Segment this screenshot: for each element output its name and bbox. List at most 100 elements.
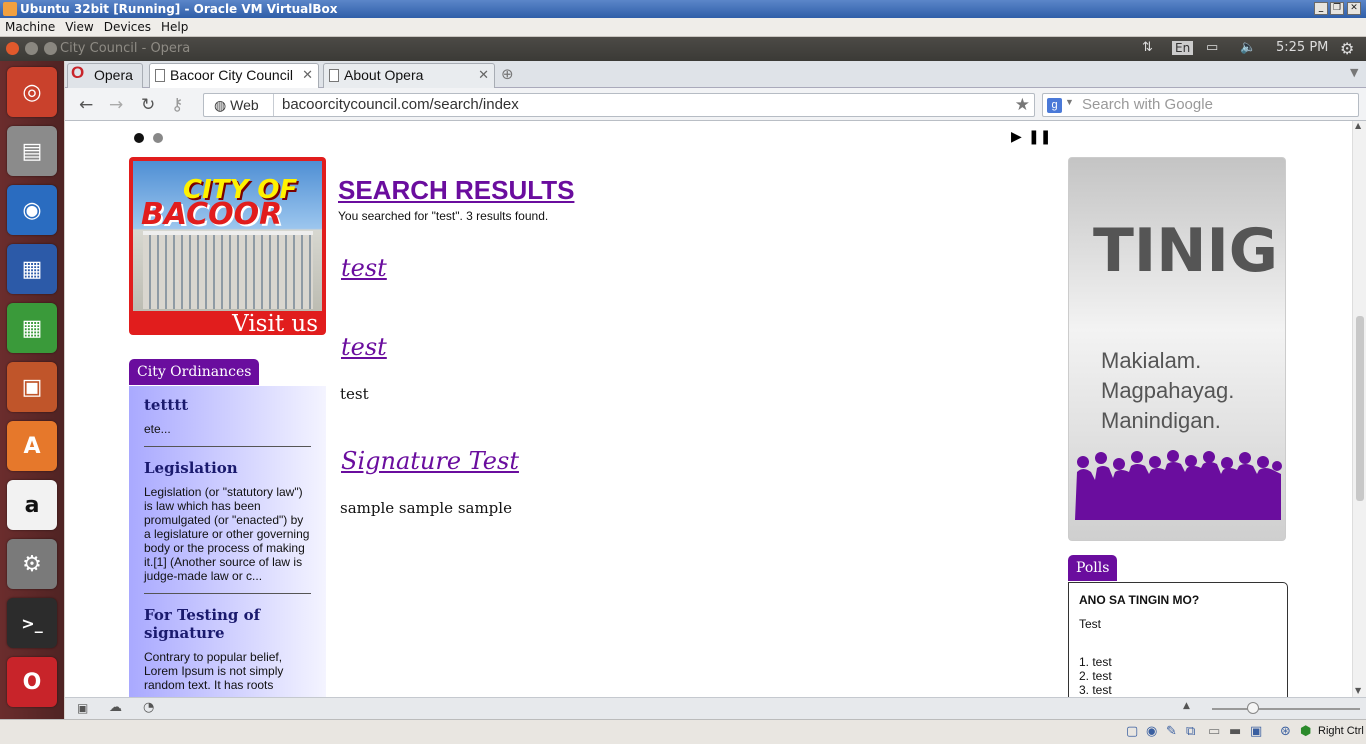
- google-icon[interactable]: g: [1047, 98, 1062, 113]
- amazon-icon[interactable]: a: [7, 480, 57, 530]
- result-link[interactable]: test: [341, 254, 387, 282]
- poll-option[interactable]: 3. test: [1079, 683, 1277, 697]
- unite-cloud-icon[interactable]: ☁: [109, 700, 122, 715]
- poll-question: ANO SA TINGIN MO?: [1079, 593, 1200, 607]
- scroll-up-icon[interactable]: ▲: [1355, 121, 1361, 130]
- address-bar[interactable]: ◍ Web bacoorcitycouncil.com/search/index…: [203, 93, 1035, 117]
- new-tab-icon[interactable]: ⊕: [501, 65, 514, 83]
- terminal-icon[interactable]: >_: [7, 598, 57, 648]
- virtualbox-titlebar: Ubuntu 32bit [Running] - Oracle VM Virtu…: [0, 0, 1366, 18]
- host-key-label: Right Ctrl: [1318, 725, 1364, 737]
- optical-drive-icon[interactable]: ◉: [1146, 724, 1157, 739]
- poll-option[interactable]: 1. test: [1079, 655, 1277, 669]
- usb-icon[interactable]: ✎: [1166, 724, 1177, 739]
- video-capture-icon[interactable]: ▣: [1250, 724, 1262, 739]
- poll-subtitle: Test: [1079, 617, 1102, 631]
- restore-button[interactable]: ❐: [1330, 2, 1344, 15]
- scroll-down-icon[interactable]: ▼: [1355, 686, 1361, 695]
- hdd-icon[interactable]: ▢: [1126, 724, 1138, 739]
- reload-icon[interactable]: ↻: [141, 95, 155, 115]
- settings-gear-icon[interactable]: ⚙: [1340, 39, 1354, 58]
- system-settings-icon[interactable]: ⚙: [7, 539, 57, 589]
- software-center-icon[interactable]: A: [7, 421, 57, 471]
- battery-icon[interactable]: ▭: [1206, 40, 1218, 55]
- calc-icon[interactable]: ▦: [7, 303, 57, 353]
- keyboard-layout[interactable]: En: [1172, 41, 1194, 55]
- tab-menu-chevron-icon[interactable]: ▼: [1350, 66, 1358, 79]
- banner-image: CITY OF BACOOR: [133, 161, 322, 311]
- search-results-header: SEARCH RESULTS You searched for "test". …: [338, 175, 574, 223]
- shared-folders-icon[interactable]: ▭: [1208, 724, 1220, 739]
- result-link[interactable]: Signature Test: [341, 447, 519, 475]
- window-minimize-icon[interactable]: [25, 42, 38, 55]
- play-icon[interactable]: ▶: [1011, 129, 1022, 145]
- firefox-icon[interactable]: ◉: [7, 185, 57, 235]
- zoom-menu-icon[interactable]: ▲: [1183, 701, 1190, 711]
- ordinance-title[interactable]: tetttt: [144, 396, 311, 414]
- zoom-slider-handle[interactable]: [1247, 702, 1259, 714]
- banner-line2: BACOOR: [141, 197, 283, 232]
- clock[interactable]: 5:25 PM: [1276, 40, 1328, 55]
- search-engine-chevron-icon[interactable]: ▼: [1065, 97, 1074, 107]
- forward-icon[interactable]: →: [109, 95, 123, 115]
- crowd-silhouette-image: [1075, 450, 1282, 520]
- tab-label: Bacoor City Council: [170, 67, 293, 83]
- result-link[interactable]: test: [341, 333, 387, 361]
- close-button[interactable]: ✕: [1347, 2, 1361, 15]
- tab-bacoor[interactable]: Bacoor City Council ✕: [149, 63, 319, 88]
- opera-menu-button[interactable]: O Opera: [67, 63, 143, 88]
- display-icon[interactable]: ▬: [1229, 724, 1241, 739]
- slider-dot-active[interactable]: [134, 133, 144, 143]
- panel-toggle-icon[interactable]: ▣: [77, 701, 88, 715]
- network-adapter-icon[interactable]: ⧉: [1186, 724, 1195, 739]
- ubuntu-top-panel: City Council - Opera ⇅ En ▭ 🔈 5:25 PM ⚙: [0, 37, 1366, 61]
- opera-icon[interactable]: O: [7, 657, 57, 707]
- window-close-icon[interactable]: [6, 42, 19, 55]
- pause-icon[interactable]: ❚❚: [1028, 129, 1051, 145]
- page-title[interactable]: SEARCH RESULTS: [338, 175, 574, 206]
- ordinance-title[interactable]: Legislation: [144, 459, 311, 477]
- impress-icon[interactable]: ▣: [7, 362, 57, 412]
- tab-about-opera[interactable]: About Opera ✕: [323, 63, 495, 88]
- back-icon[interactable]: ←: [79, 95, 93, 115]
- slider-dot[interactable]: [153, 133, 163, 143]
- minimize-button[interactable]: _: [1314, 2, 1328, 15]
- poll-option[interactable]: 2. test: [1079, 669, 1277, 683]
- menu-devices[interactable]: Devices: [99, 18, 156, 37]
- volume-icon[interactable]: 🔈: [1240, 40, 1256, 55]
- visit-bacoor-banner[interactable]: CITY OF BACOOR Visit us: [129, 157, 326, 337]
- guest-additions-icon[interactable]: ⬢: [1300, 724, 1311, 739]
- scrollbar-thumb[interactable]: [1356, 316, 1364, 501]
- ordinance-excerpt: Contrary to popular belief, Lorem Ipsum …: [144, 650, 284, 692]
- city-hall-image: [143, 231, 313, 309]
- ordinance-title[interactable]: For Testing of signature: [144, 606, 311, 642]
- visit-us-label: Visit us: [232, 311, 318, 337]
- ubuntu-dash-icon[interactable]: ◎: [7, 67, 57, 117]
- window-maximize-icon[interactable]: [44, 42, 57, 55]
- tinig-banner[interactable]: TINIG Makialam. Magpahayag. Manindigan.: [1068, 157, 1286, 541]
- menu-machine[interactable]: Machine: [0, 18, 60, 37]
- turbo-icon[interactable]: ◔: [143, 700, 154, 715]
- tab-close-icon[interactable]: ✕: [478, 64, 489, 86]
- menu-help[interactable]: Help: [156, 18, 193, 37]
- bookmark-star-icon[interactable]: ★: [1015, 95, 1030, 115]
- tinig-line: Manindigan.: [1101, 408, 1221, 433]
- files-icon[interactable]: ▤: [7, 126, 57, 176]
- zoom-slider[interactable]: [1212, 708, 1360, 710]
- divider: [144, 593, 311, 594]
- network-icon[interactable]: ⇅: [1142, 40, 1153, 55]
- key-icon[interactable]: ⚷: [171, 95, 183, 115]
- menu-view[interactable]: View: [60, 18, 98, 37]
- active-window-title: City Council - Opera: [60, 41, 191, 56]
- tinig-line: Magpahayag.: [1101, 378, 1235, 403]
- tab-close-icon[interactable]: ✕: [302, 64, 313, 86]
- url-text[interactable]: bacoorcitycouncil.com/search/index: [282, 96, 519, 114]
- page-scrollbar[interactable]: ▲ ▼: [1352, 121, 1366, 697]
- opera-tabbar: O Opera Bacoor City Council ✕ About Oper…: [65, 61, 1366, 88]
- search-placeholder[interactable]: Search with Google: [1082, 96, 1213, 113]
- search-field[interactable]: g ▼ Search with Google: [1042, 93, 1359, 117]
- address-scheme[interactable]: ◍ Web: [204, 94, 274, 116]
- mouse-integration-icon[interactable]: ⊛: [1280, 724, 1291, 739]
- writer-icon[interactable]: ▦: [7, 244, 57, 294]
- virtualbox-title: Ubuntu 32bit [Running] - Oracle VM Virtu…: [20, 2, 338, 16]
